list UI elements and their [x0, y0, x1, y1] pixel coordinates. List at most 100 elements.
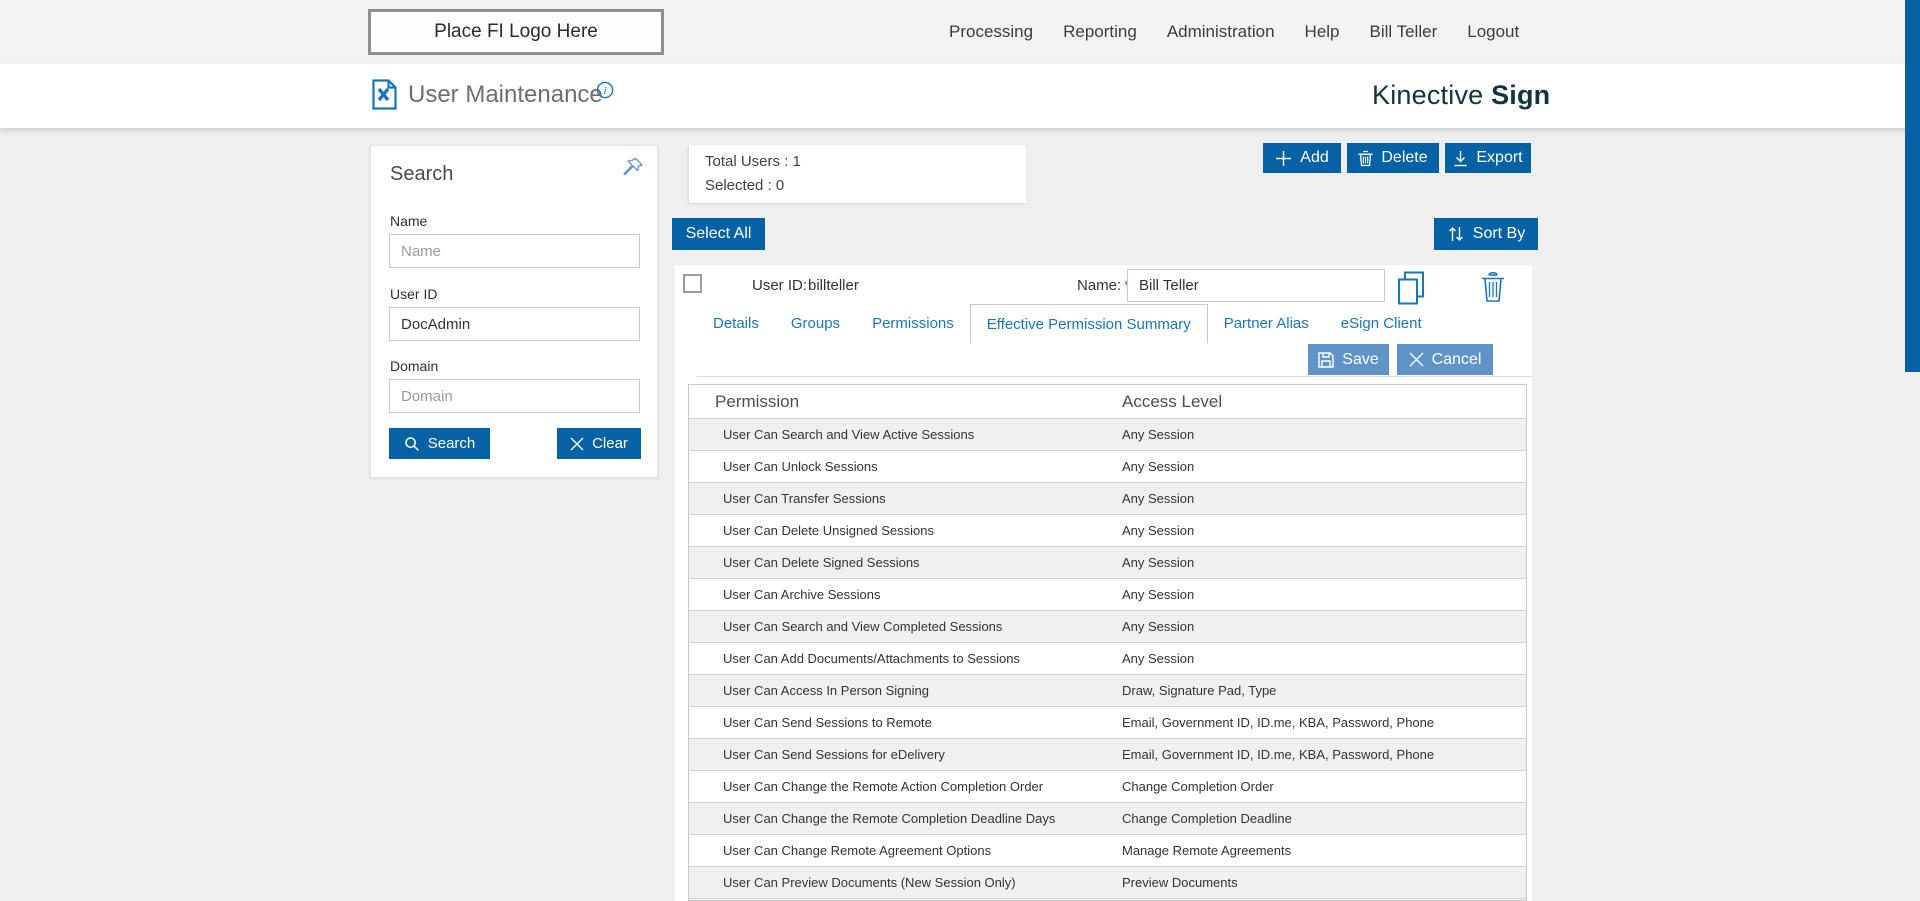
table-row: User Can Search and View Active Sessions… [689, 418, 1526, 450]
access-level-column-header: Access Level [1122, 391, 1223, 411]
table-row: User Can Preview Documents (New Session … [689, 866, 1526, 898]
clear-button[interactable]: Clear [557, 428, 641, 459]
x-icon [570, 437, 584, 450]
access-level-cell: Any Session [1122, 587, 1195, 602]
nav-item-reporting[interactable]: Reporting [1063, 22, 1137, 42]
nav-item-logout[interactable]: Logout [1467, 22, 1519, 42]
permission-cell: User Can Unlock Sessions [723, 459, 878, 474]
user-counts-card: Total Users : 1 Selected : 0 [689, 145, 1026, 203]
table-row: User Can Unlock Sessions Any Session [689, 450, 1526, 482]
table-row: User Can Change Remote Agreement Options… [689, 834, 1526, 866]
user-actions-toolbar: Add Delete Export [1263, 143, 1531, 173]
search-button[interactable]: Search [389, 428, 490, 459]
domain-input[interactable] [389, 379, 640, 413]
export-button-label: Export [1476, 149, 1523, 166]
brand-bold: Sign [1491, 80, 1551, 110]
tab-label: Partner Alias [1223, 315, 1309, 332]
table-row: User Can Send Sessions to Remote Email, … [689, 706, 1526, 738]
permission-cell: User Can Access In Person Signing [723, 683, 929, 698]
nav-item-bill-teller[interactable]: Bill Teller [1370, 22, 1438, 42]
save-button-label: Save [1342, 350, 1379, 368]
permissions-table: Permission Access Level User Can Search … [688, 384, 1527, 901]
access-level-cell: Draw, Signature Pad, Type [1122, 683, 1277, 698]
tab-label: Groups [790, 315, 841, 332]
user-detail-panel: User ID: billteller Name:* Details Groups… [675, 265, 1532, 901]
permission-cell: User Can Change the Remote Completion De… [723, 811, 1056, 826]
tab-groups[interactable]: Groups [775, 304, 856, 343]
access-level-cell: Manage Remote Agreements [1122, 843, 1292, 858]
user-row-checkbox[interactable] [683, 274, 702, 293]
download-icon [1454, 150, 1467, 166]
brand-regular: Kinective [1372, 80, 1492, 110]
cancel-button-label: Cancel [1431, 350, 1482, 368]
permission-cell: User Can Change the Remote Action Comple… [723, 779, 1044, 794]
main-nav: Processing Reporting Administration Help Bil… [949, 0, 1519, 64]
name-label: Name [390, 213, 428, 229]
permission-cell: User Can Search and View Active Sessions [723, 427, 975, 442]
export-button[interactable]: Export [1445, 143, 1531, 173]
user-id-input[interactable] [389, 307, 640, 341]
nav-item-help[interactable]: Help [1305, 22, 1340, 42]
svg-text:i: i [603, 85, 606, 97]
tab-label: Details [713, 315, 759, 332]
page-header: User Maintenance i Kinective Sign [0, 64, 1920, 128]
add-button[interactable]: Add [1263, 143, 1341, 173]
permission-cell: User Can Delete Unsigned Sessions [723, 523, 934, 538]
permission-column-header: Permission [715, 391, 800, 411]
user-id-row-value: billteller [808, 277, 859, 294]
table-row: User Can Search and View Completed Sessi… [689, 610, 1526, 642]
tab-label: Permissions [872, 315, 954, 332]
user-id-label: User ID [390, 286, 438, 302]
vertical-scrollbar-thumb[interactable] [1905, 0, 1920, 372]
tab-effective-permission-summary[interactable]: Effective Permission Summary [969, 304, 1208, 343]
permission-cell: User Can Change Remote Agreement Options [723, 843, 992, 858]
cancel-button[interactable]: Cancel [1397, 344, 1493, 375]
search-panel: Search Name User ID Domain Search Clear [370, 145, 658, 478]
permission-cell: User Can Archive Sessions [723, 587, 881, 602]
permission-cell: User Can Transfer Sessions [723, 491, 886, 506]
pin-icon[interactable] [621, 155, 645, 184]
nav-item-administration[interactable]: Administration [1167, 22, 1275, 42]
table-row: User Can Change the Remote Action Comple… [689, 770, 1526, 802]
name-row-label: Name:* [1077, 277, 1130, 294]
delete-user-icon[interactable] [1481, 271, 1505, 308]
sort-by-button[interactable]: Sort By [1434, 218, 1538, 250]
add-button-label: Add [1300, 149, 1329, 166]
select-all-button[interactable]: Select All [672, 218, 765, 250]
selected-count: Selected : 0 [705, 177, 785, 194]
top-bar: Place FI Logo Here Processing Reporting Ad… [0, 0, 1920, 64]
select-all-label: Select All [685, 225, 752, 242]
tab-partner-alias[interactable]: Partner Alias [1208, 304, 1325, 343]
sort-arrows-icon [1448, 227, 1463, 241]
info-icon[interactable]: i [596, 81, 614, 104]
access-level-cell: Email, Government ID, ID.me, KBA, Passwo… [1122, 715, 1435, 730]
access-level-cell: Any Session [1122, 523, 1195, 538]
sort-by-label: Sort By [1472, 225, 1526, 242]
user-maintenance-doc-icon [372, 79, 397, 115]
access-level-cell: Preview Documents [1122, 875, 1238, 890]
total-users-count: Total Users : 1 [705, 153, 801, 170]
table-row: User Can Change the Remote Completion De… [689, 802, 1526, 834]
delete-button[interactable]: Delete [1347, 143, 1439, 173]
search-panel-title: Search [390, 163, 454, 185]
save-icon [1318, 351, 1334, 368]
permission-cell: User Can Search and View Completed Sessi… [723, 619, 1003, 634]
user-name-input[interactable] [1127, 269, 1385, 302]
delete-button-label: Delete [1381, 149, 1428, 166]
tab-permissions[interactable]: Permissions [856, 304, 970, 343]
tab-details[interactable]: Details [697, 304, 775, 343]
table-row: User Can Delete Signed Sessions Any Sess… [689, 546, 1526, 578]
access-level-cell: Any Session [1122, 651, 1195, 666]
tab-esign-client[interactable]: eSign Client [1325, 304, 1438, 343]
search-icon [404, 436, 419, 451]
table-body: User Can Search and View Active Sessions… [689, 418, 1526, 900]
save-button[interactable]: Save [1308, 344, 1389, 375]
nav-item-processing[interactable]: Processing [949, 22, 1033, 42]
table-header-row: Permission Access Level [689, 385, 1526, 418]
name-input[interactable] [389, 234, 640, 268]
access-level-cell: Any Session [1122, 491, 1195, 506]
user-id-row-label: User ID: [752, 277, 808, 294]
tab-label: Effective Permission Summary [986, 315, 1191, 333]
permission-cell: User Can Preview Documents (New Session … [723, 875, 1016, 890]
fi-logo-placeholder: Place FI Logo Here [368, 9, 664, 55]
